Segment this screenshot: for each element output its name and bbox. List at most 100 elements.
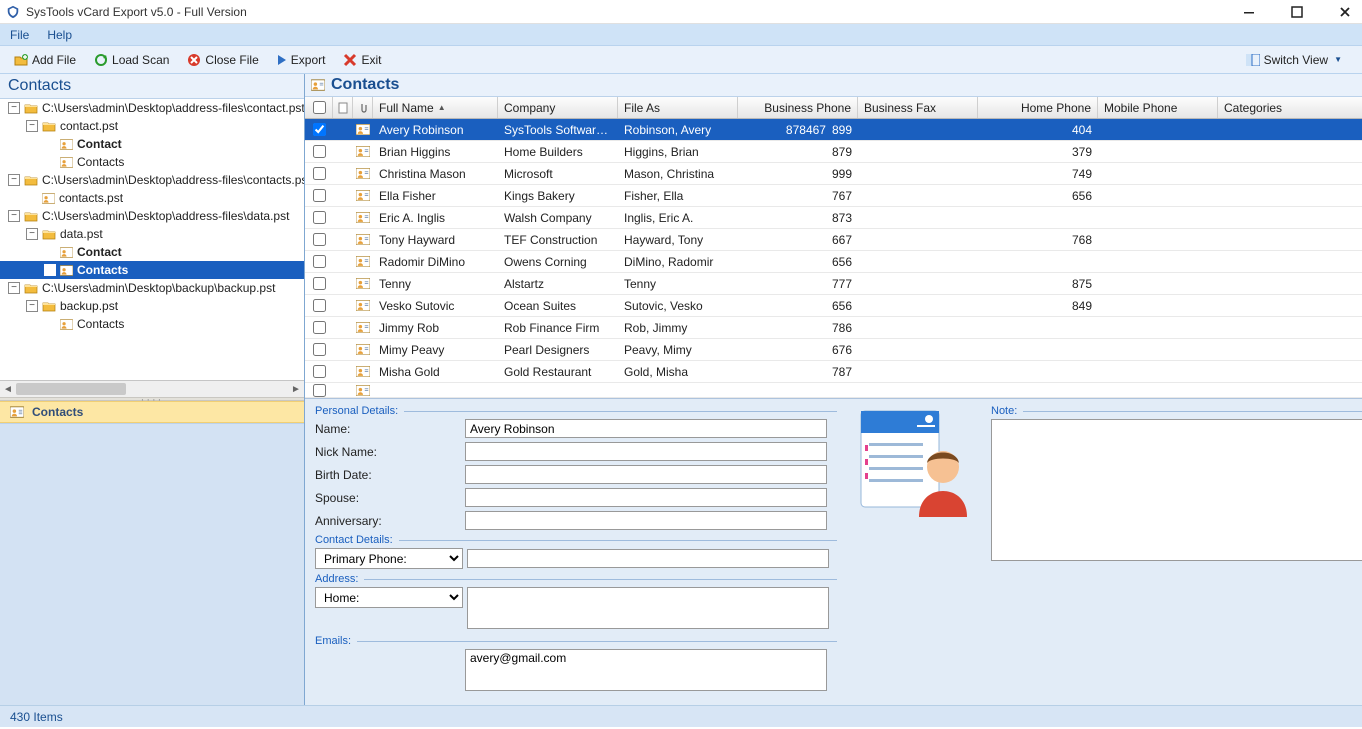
note-title: Note: bbox=[991, 405, 1017, 417]
textarea-note[interactable] bbox=[991, 419, 1362, 561]
tree-item[interactable]: Contact bbox=[0, 243, 304, 261]
input-name[interactable] bbox=[465, 419, 827, 438]
scroll-thumb[interactable] bbox=[16, 383, 126, 395]
sort-caret-icon: ▲ bbox=[438, 103, 446, 112]
contact-avatar bbox=[859, 405, 971, 517]
tree-item[interactable]: −C:\Users\admin\Desktop\address-files\co… bbox=[0, 171, 304, 189]
input-nick[interactable] bbox=[465, 442, 827, 461]
select-address-type[interactable]: Home: bbox=[315, 587, 463, 608]
textarea-emails[interactable]: avery@gmail.com bbox=[465, 649, 827, 691]
tree-item[interactable]: −C:\Users\admin\Desktop\address-files\co… bbox=[0, 99, 304, 117]
table-row[interactable]: Misha GoldGold RestaurantGold, Misha9878… bbox=[305, 361, 1362, 383]
input-anniv[interactable] bbox=[465, 511, 827, 530]
input-spouse[interactable] bbox=[465, 488, 827, 507]
tree-item[interactable]: contacts.pst bbox=[0, 189, 304, 207]
maximize-button[interactable] bbox=[1290, 5, 1304, 19]
col-file-as[interactable]: File As bbox=[618, 97, 738, 118]
tree-item[interactable]: −backup.pst bbox=[0, 297, 304, 315]
row-checkbox[interactable] bbox=[313, 365, 326, 378]
table-row[interactable]: Brian HigginsHome BuildersHiggins, Brian… bbox=[305, 141, 1362, 163]
label-name: Name: bbox=[315, 422, 465, 436]
table-row[interactable]: Mimy PeavyPearl DesignersPeavy, Mimy9868… bbox=[305, 339, 1362, 361]
row-checkbox[interactable] bbox=[313, 189, 326, 202]
col-business-fax[interactable]: Business Fax bbox=[858, 97, 978, 118]
tree-item[interactable]: −C:\Users\admin\Desktop\address-files\da… bbox=[0, 207, 304, 225]
title-bar: SysTools vCard Export v5.0 - Full Versio… bbox=[0, 0, 1362, 24]
close-file-icon bbox=[187, 53, 201, 67]
label-birth: Birth Date: bbox=[315, 468, 465, 482]
row-checkbox[interactable] bbox=[313, 343, 326, 356]
export-button[interactable]: Export bbox=[271, 51, 332, 69]
exit-button[interactable]: Exit bbox=[337, 51, 387, 69]
menu-file[interactable]: File bbox=[10, 28, 29, 42]
table-row[interactable] bbox=[305, 383, 1362, 398]
menu-help[interactable]: Help bbox=[47, 28, 72, 42]
scroll-left-arrow-icon[interactable]: ◄ bbox=[0, 381, 16, 397]
export-play-icon bbox=[277, 54, 287, 66]
contact-details-title: Contact Details: bbox=[315, 534, 393, 546]
load-scan-button[interactable]: Load Scan bbox=[88, 51, 175, 69]
table-row[interactable]: Avery RobinsonSysTools Software Pv...Rob… bbox=[305, 119, 1362, 141]
tree-item[interactable]: −C:\Users\admin\Desktop\backup\backup.ps… bbox=[0, 279, 304, 297]
col-mobile-phone[interactable]: Mobile Phone bbox=[1098, 97, 1218, 118]
tree-item[interactable]: −contact.pst bbox=[0, 117, 304, 135]
select-primary-phone[interactable]: Primary Phone: bbox=[315, 548, 463, 569]
export-label: Export bbox=[291, 53, 326, 67]
scroll-right-arrow-icon[interactable]: ► bbox=[288, 381, 304, 397]
splitter-handle[interactable] bbox=[0, 397, 304, 401]
input-primary-phone[interactable] bbox=[467, 549, 829, 568]
col-categories[interactable]: Categories bbox=[1218, 97, 1362, 118]
col-checkbox[interactable] bbox=[305, 97, 333, 118]
col-attachment[interactable] bbox=[353, 97, 373, 118]
tree-item[interactable]: −data.pst bbox=[0, 225, 304, 243]
table-row[interactable]: Christina MasonMicrosoftMason, Christina… bbox=[305, 163, 1362, 185]
status-items: 430 Items bbox=[10, 710, 63, 724]
switch-view-label: Switch View bbox=[1264, 53, 1328, 67]
col-full-name[interactable]: Full Name▲ bbox=[373, 97, 498, 118]
tree-item[interactable]: Contacts bbox=[0, 315, 304, 333]
table-row[interactable]: Ella FisherKings BakeryFisher, Ella87845… bbox=[305, 185, 1362, 207]
table-row[interactable]: Eric A. InglisWalsh CompanyInglis, Eric … bbox=[305, 207, 1362, 229]
col-business-phone[interactable]: Business Phone bbox=[738, 97, 858, 118]
address-title: Address: bbox=[315, 573, 358, 585]
add-file-label: Add File bbox=[32, 53, 76, 67]
row-checkbox[interactable] bbox=[313, 384, 326, 397]
row-checkbox[interactable] bbox=[313, 167, 326, 180]
page-icon bbox=[338, 102, 348, 114]
tree-item[interactable]: Contact bbox=[0, 135, 304, 153]
row-checkbox[interactable] bbox=[313, 211, 326, 224]
row-checkbox[interactable] bbox=[313, 123, 326, 136]
tree[interactable]: −C:\Users\admin\Desktop\address-files\co… bbox=[0, 99, 304, 380]
select-all-checkbox[interactable] bbox=[313, 101, 326, 114]
textarea-address[interactable] bbox=[467, 587, 829, 629]
table-row[interactable]: Vesko SutovicOcean SuitesSutovic, Vesko8… bbox=[305, 295, 1362, 317]
col-icon-1[interactable] bbox=[333, 97, 353, 118]
row-checkbox[interactable] bbox=[313, 233, 326, 246]
table-row[interactable]: Jimmy RobRob Finance FirmRob, Jimmy98789… bbox=[305, 317, 1362, 339]
row-checkbox[interactable] bbox=[313, 321, 326, 334]
row-checkbox[interactable] bbox=[313, 255, 326, 268]
exit-label: Exit bbox=[361, 53, 381, 67]
input-birth[interactable] bbox=[465, 465, 827, 484]
row-checkbox[interactable] bbox=[313, 299, 326, 312]
close-file-label: Close File bbox=[205, 53, 258, 67]
close-file-button[interactable]: Close File bbox=[181, 51, 264, 69]
table-row[interactable]: Tony HaywardTEF ConstructionHayward, Ton… bbox=[305, 229, 1362, 251]
col-company[interactable]: Company bbox=[498, 97, 618, 118]
app-logo-icon bbox=[6, 5, 20, 19]
row-checkbox[interactable] bbox=[313, 277, 326, 290]
row-checkbox[interactable] bbox=[313, 145, 326, 158]
right-panel: Contacts Export Selected Full Name▲ Comp… bbox=[305, 74, 1362, 705]
tree-item[interactable]: Contacts bbox=[0, 153, 304, 171]
table-row[interactable]: Radomir DiMinoOwens CorningDiMino, Radom… bbox=[305, 251, 1362, 273]
table-row[interactable]: TennyAlstartzTenny878546777875 bbox=[305, 273, 1362, 295]
col-home-phone[interactable]: Home Phone bbox=[978, 97, 1098, 118]
switch-view-button[interactable]: Switch View ▼ bbox=[1240, 51, 1348, 69]
close-button[interactable] bbox=[1338, 5, 1352, 19]
load-scan-label: Load Scan bbox=[112, 53, 169, 67]
add-file-button[interactable]: Add File bbox=[8, 51, 82, 69]
minimize-button[interactable] bbox=[1242, 5, 1256, 19]
contact-card-icon bbox=[10, 406, 24, 418]
switch-view-icon bbox=[1246, 54, 1260, 66]
tree-item[interactable]: Contacts bbox=[0, 261, 304, 279]
